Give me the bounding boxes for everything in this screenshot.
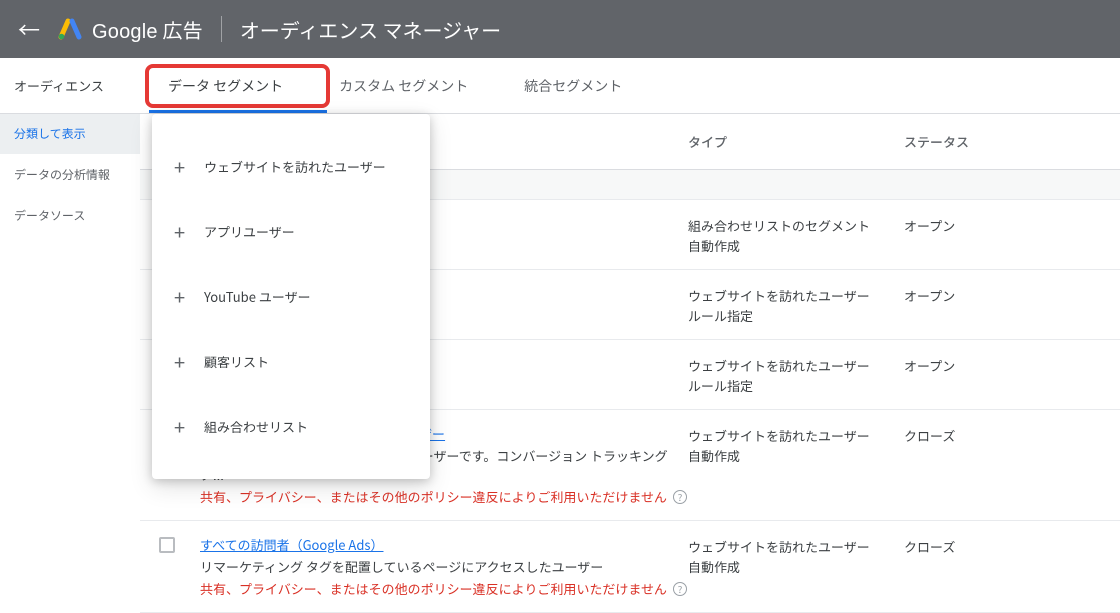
policy-warning: 共有、プライバシー、またはその他のポリシー違反によりご利用いただけません? bbox=[200, 487, 687, 506]
active-tab-underline bbox=[149, 110, 327, 113]
row-type: ウェブサイトを訪れたユーザー ルール指定 bbox=[688, 354, 904, 395]
dropdown-label: ウェブサイトを訪れたユーザー bbox=[204, 157, 386, 176]
row-status: クローズ bbox=[904, 424, 1120, 446]
row-status: オープン bbox=[904, 214, 1120, 236]
row-type: ウェブサイトを訪れたユーザー 自動作成 bbox=[688, 424, 904, 465]
top-bar: ← Google 広告 オーディエンス マネージャー bbox=[0, 0, 1120, 58]
dropdown-option-customer-list[interactable]: + 顧客リスト bbox=[152, 329, 430, 394]
create-segment-dropdown: + ウェブサイトを訪れたユーザー + アプリユーザー + YouTube ユーザ… bbox=[152, 114, 430, 479]
dropdown-label: 顧客リスト bbox=[204, 352, 269, 371]
help-icon[interactable]: ? bbox=[673, 582, 687, 596]
tab-custom-segments[interactable]: カスタム セグメント bbox=[311, 58, 496, 113]
plus-icon: + bbox=[174, 282, 204, 311]
help-icon[interactable]: ? bbox=[673, 490, 687, 504]
dropdown-option-website-visitors[interactable]: + ウェブサイトを訪れたユーザー bbox=[152, 134, 430, 199]
dropdown-label: YouTube ユーザー bbox=[204, 287, 311, 306]
dropdown-label: 組み合わせリスト bbox=[204, 417, 308, 436]
dropdown-option-app-users[interactable]: + アプリユーザー bbox=[152, 199, 430, 264]
column-header-status[interactable]: ステータス bbox=[904, 132, 1120, 151]
column-header-type[interactable]: タイプ bbox=[688, 132, 904, 151]
plus-icon: + bbox=[174, 217, 204, 246]
tab-data-segments[interactable]: データ セグメント bbox=[140, 58, 311, 113]
policy-warning: 共有、プライバシー、またはその他のポリシー違反によりご利用いただけません? bbox=[200, 579, 687, 598]
dropdown-label: アプリユーザー bbox=[204, 222, 295, 241]
dropdown-option-combination-list[interactable]: + 組み合わせリスト bbox=[152, 394, 430, 459]
sidebar-item-classified-view[interactable]: 分類して表示 bbox=[0, 113, 140, 154]
row-type: ウェブサイトを訪れたユーザー 自動作成 bbox=[688, 535, 904, 576]
segment-tabs: データ セグメント カスタム セグメント 統合セグメント bbox=[0, 58, 1120, 114]
section-title: オーディエンス マネージャー bbox=[240, 15, 501, 44]
tab-combined-segments[interactable]: 統合セグメント bbox=[496, 58, 650, 113]
divider bbox=[221, 16, 222, 42]
dropdown-option-youtube-users[interactable]: + YouTube ユーザー bbox=[152, 264, 430, 329]
row-link[interactable]: すべての訪問者（Google Ads） bbox=[200, 535, 688, 554]
row-checkbox[interactable] bbox=[159, 537, 175, 553]
row-type: ウェブサイトを訪れたユーザー ルール指定 bbox=[688, 284, 904, 325]
back-arrow-icon[interactable]: ← bbox=[18, 13, 40, 45]
plus-icon: + bbox=[174, 152, 204, 181]
row-status: オープン bbox=[904, 354, 1120, 376]
sidebar-item-data-sources[interactable]: データソース bbox=[0, 195, 140, 236]
google-ads-logo-icon bbox=[58, 17, 82, 41]
row-status: クローズ bbox=[904, 535, 1120, 557]
brand-label: Google 広告 bbox=[92, 15, 203, 44]
row-type: 組み合わせリストのセグメント 自動作成 bbox=[688, 214, 904, 255]
row-description: リマーケティング タグを配置しているページにアクセスしたユーザー bbox=[200, 557, 688, 576]
table-row: すべての訪問者（Google Ads） リマーケティング タグを配置しているペー… bbox=[140, 521, 1120, 613]
plus-icon: + bbox=[174, 347, 204, 376]
sidebar-item-data-insights[interactable]: データの分析情報 bbox=[0, 154, 140, 195]
plus-icon: + bbox=[174, 412, 204, 441]
row-status: オープン bbox=[904, 284, 1120, 306]
